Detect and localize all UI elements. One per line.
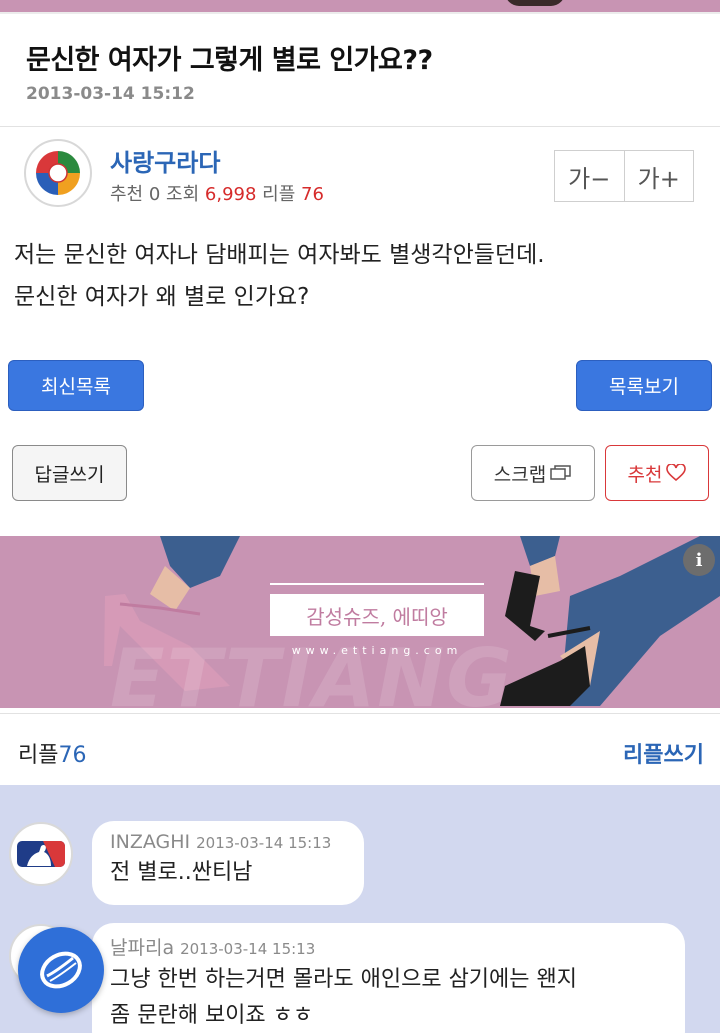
comment-author[interactable]: INZAGHI — [110, 831, 190, 853]
latest-list-button[interactable]: 최신목록 — [8, 360, 144, 411]
top-ad-strip — [0, 0, 720, 12]
ad-banner[interactable]: ETTIANG 감성슈즈, 에띠앙 www.ettiang.com — [0, 536, 720, 708]
author-meta: 추천 0 조회 6,998 리플 76 — [110, 180, 324, 206]
ad-url: www.ettiang.com — [291, 644, 463, 657]
ad-info-icon[interactable]: i — [683, 544, 715, 576]
post-body-line: 문신한 여자가 왜 별로 인가요? — [14, 284, 310, 310]
comment-bubble: INZAGHI 2013-03-14 15:13 전 별로..싼티남 — [92, 821, 364, 905]
author-name[interactable]: 사랑구라다 — [110, 143, 220, 178]
comment-text: 좀 문란해 보이죠 ㅎㅎ — [110, 1003, 314, 1028]
comment-date: 2013-03-14 15:13 — [180, 940, 316, 958]
font-size-control: 가− 가+ — [554, 150, 694, 202]
reply-count: 리플76 — [18, 737, 86, 769]
recommend-label: 추천 — [110, 184, 144, 205]
replies-label: 리플 — [262, 184, 296, 205]
heart-icon — [666, 464, 687, 482]
views-count: 6,998 — [204, 184, 257, 205]
scrap-label: 스크랩 — [493, 463, 547, 486]
comment-avatar[interactable] — [9, 822, 73, 886]
reply-label: 리플 — [18, 743, 59, 768]
recommend-button-label: 추천 — [627, 463, 663, 486]
view-list-button[interactable]: 목록보기 — [576, 360, 712, 411]
divider — [0, 126, 720, 127]
scrap-button[interactable]: 스크랩 — [471, 445, 595, 501]
copy-icon — [550, 465, 572, 481]
post-body: 저는 문신한 여자나 담배피는 여자봐도 별생각안들던데. 문신한 여자가 왜 … — [14, 234, 704, 318]
write-reply-link[interactable]: 리플쓰기 — [623, 737, 704, 769]
author-avatar[interactable] — [24, 139, 92, 207]
floating-action-button[interactable] — [18, 927, 104, 1013]
views-label: 조회 — [166, 184, 200, 205]
comment-date: 2013-03-14 15:13 — [196, 834, 332, 852]
top-divider — [0, 12, 720, 14]
ad-rule — [270, 583, 484, 585]
comment-list: INZAGHI 2013-03-14 15:13 전 별로..싼티남 날파리a 20… — [0, 785, 720, 1033]
write-answer-button[interactable]: 답글쓰기 — [12, 445, 127, 501]
baseball-ball-icon — [40, 951, 82, 989]
font-increase-button[interactable]: 가+ — [623, 151, 694, 201]
post-body-line: 저는 문신한 여자나 담배피는 여자봐도 별생각안들던데. — [14, 242, 545, 268]
recommend-count: 0 — [148, 184, 161, 205]
mlb-logo-icon — [17, 841, 65, 867]
font-decrease-button[interactable]: 가− — [555, 151, 624, 201]
post-date: 2013-03-14 15:12 — [26, 84, 195, 104]
divider — [0, 713, 720, 714]
ad-brand-text: 감성슈즈, 에띠앙 — [270, 594, 484, 636]
comment-text: 그냥 한번 하는거면 몰라도 애인으로 삼기에는 왠지 — [110, 967, 578, 992]
comment-text: 전 별로..싼티남 — [110, 860, 253, 885]
reply-count-number: 76 — [58, 743, 87, 768]
post-title: 문신한 여자가 그렇게 별로 인가요?? — [26, 45, 433, 76]
comment-author[interactable]: 날파리a — [110, 937, 174, 959]
reply-header: 리플76 리플쓰기 — [0, 715, 720, 785]
replies-count: 76 — [301, 184, 324, 205]
comment-bubble: 날파리a 2013-03-14 15:13 그냥 한번 하는거면 몰라도 애인으로… — [92, 923, 685, 1033]
recommend-button[interactable]: 추천 — [605, 445, 709, 501]
baseball-classic-logo-icon — [28, 143, 88, 203]
